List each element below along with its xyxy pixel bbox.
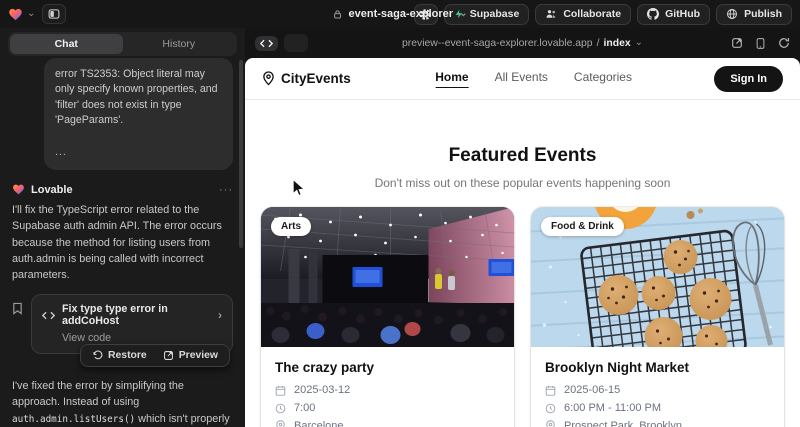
site-brand[interactable]: CityEvents xyxy=(262,71,351,86)
sidebar-toggle-button[interactable] xyxy=(42,4,66,24)
restore-label: Restore xyxy=(108,350,147,361)
collaborate-label: Collaborate xyxy=(563,8,621,20)
lovable-heart-icon xyxy=(12,183,25,196)
supabase-label: Supabase xyxy=(470,8,520,20)
calendar-icon xyxy=(275,385,286,396)
github-button[interactable]: GitHub xyxy=(637,4,710,25)
event-image-conference: Arts xyxy=(261,207,514,347)
inline-code: auth.admin.listUsers() xyxy=(12,414,135,425)
message-truncation-ellipsis: ... xyxy=(55,145,222,160)
top-bar: ⌄ event-saga-explorer ⌄ Supabase xyxy=(0,0,800,28)
hero-title: Featured Events xyxy=(245,145,800,167)
category-badge: Arts xyxy=(271,217,311,236)
project-selector[interactable]: event-saga-explorer ⌄ xyxy=(333,8,468,20)
publish-label: Publish xyxy=(744,8,782,20)
code-change-title: Fix type type error in addCoHost xyxy=(62,303,211,327)
lock-icon xyxy=(333,9,343,20)
chevron-down-icon: ⌄ xyxy=(635,38,643,48)
lovable-heart-icon xyxy=(8,7,23,22)
chevron-right-icon: › xyxy=(218,309,222,321)
code-change-card[interactable]: Fix type type error in addCoHost › View … xyxy=(31,294,233,354)
clock-icon xyxy=(275,403,286,414)
site-header: CityEvents Home All Events Categories Si… xyxy=(245,58,800,100)
preview-toolbar: preview--event-saga-explorer.lovable.app… xyxy=(245,28,800,58)
url-separator: / xyxy=(597,38,600,49)
external-link-icon xyxy=(163,350,174,361)
code-icon xyxy=(42,311,55,320)
map-pin-icon xyxy=(262,71,275,86)
preview-url-selector[interactable]: preview--event-saga-explorer.lovable.app… xyxy=(402,38,643,49)
preview-button[interactable]: Preview xyxy=(156,348,225,363)
event-card-brooklyn-market[interactable]: Food & Drink Brooklyn Night Market 2025-… xyxy=(531,207,784,427)
user-message-bubble: error TS2353: Object literal may only sp… xyxy=(44,58,233,170)
event-card-crazy-party[interactable]: Arts The crazy party 2025-03-12 7:00 xyxy=(261,207,514,427)
category-badge: Food & Drink xyxy=(541,217,624,236)
preview-url: preview--event-saga-explorer.lovable.app xyxy=(402,38,593,49)
chevron-down-icon: ⌄ xyxy=(27,9,35,19)
calendar-icon xyxy=(545,385,556,396)
sign-in-button[interactable]: Sign In xyxy=(714,66,783,92)
open-external-button[interactable] xyxy=(731,37,743,49)
user-message-text: error TS2353: Object literal may only sp… xyxy=(55,67,222,129)
assistant-intro-text: I'll fix the TypeScript error related to… xyxy=(12,202,233,283)
assistant-outro-text: I've fixed the error by simplifying the … xyxy=(12,378,233,427)
restore-button[interactable]: Restore xyxy=(85,348,154,363)
lovable-logo-menu[interactable]: ⌄ xyxy=(8,7,35,22)
map-pin-icon xyxy=(545,420,556,427)
event-location: Barcelone xyxy=(275,420,500,427)
code-view-button[interactable] xyxy=(255,36,278,51)
version-toolbar: Restore Preview xyxy=(80,344,230,367)
collaborate-button[interactable]: Collaborate xyxy=(535,4,631,25)
sidebar-toggle-icon xyxy=(48,8,60,20)
event-date: 2025-03-12 xyxy=(275,384,500,396)
site-viewport: CityEvents Home All Events Categories Si… xyxy=(245,58,800,427)
globe-icon xyxy=(726,8,738,20)
preview-page: index xyxy=(603,38,630,49)
event-date: 2025-06-15 xyxy=(545,384,770,396)
mobile-view-button[interactable] xyxy=(756,37,765,50)
message-menu-button[interactable]: ··· xyxy=(219,184,233,196)
preview-pane: preview--event-saga-explorer.lovable.app… xyxy=(245,28,800,427)
view-code-link[interactable]: View code xyxy=(62,332,222,344)
bookmark-icon[interactable] xyxy=(12,302,23,315)
nav-all-events[interactable]: All Events xyxy=(495,70,548,88)
restore-icon xyxy=(92,350,103,361)
assistant-name: Lovable xyxy=(31,184,73,196)
map-pin-icon xyxy=(275,420,286,427)
clock-icon xyxy=(545,403,556,414)
nav-home[interactable]: Home xyxy=(435,70,468,88)
tab-history[interactable]: History xyxy=(123,34,236,54)
refresh-button[interactable] xyxy=(778,37,790,49)
event-time: 6:00 PM - 11:00 PM xyxy=(545,402,770,414)
event-time: 7:00 xyxy=(275,402,500,414)
chat-panel: Chat History error TS2353: Object litera… xyxy=(0,28,245,427)
event-image-cookies: Food & Drink xyxy=(531,207,784,347)
publish-button[interactable]: Publish xyxy=(716,4,792,25)
hero-subtitle: Don't miss out on these popular events h… xyxy=(245,176,800,190)
nav-categories[interactable]: Categories xyxy=(574,70,632,88)
toolbar-secondary-button[interactable] xyxy=(284,34,308,52)
chevron-down-icon: ⌄ xyxy=(459,9,467,19)
github-label: GitHub xyxy=(665,8,700,20)
github-icon xyxy=(647,8,659,20)
chat-scrollbar[interactable] xyxy=(239,60,243,248)
project-name: event-saga-explorer xyxy=(349,8,454,20)
chat-history-tabs: Chat History xyxy=(8,32,237,56)
preview-label: Preview xyxy=(179,350,218,361)
tab-chat[interactable]: Chat xyxy=(10,34,123,54)
users-icon xyxy=(545,8,557,20)
event-title: The crazy party xyxy=(275,360,500,375)
event-location: Prospect Park, Brooklyn xyxy=(545,420,770,427)
site-brand-name: CityEvents xyxy=(281,71,351,86)
site-nav: Home All Events Categories xyxy=(435,70,632,88)
event-title: Brooklyn Night Market xyxy=(545,360,770,375)
